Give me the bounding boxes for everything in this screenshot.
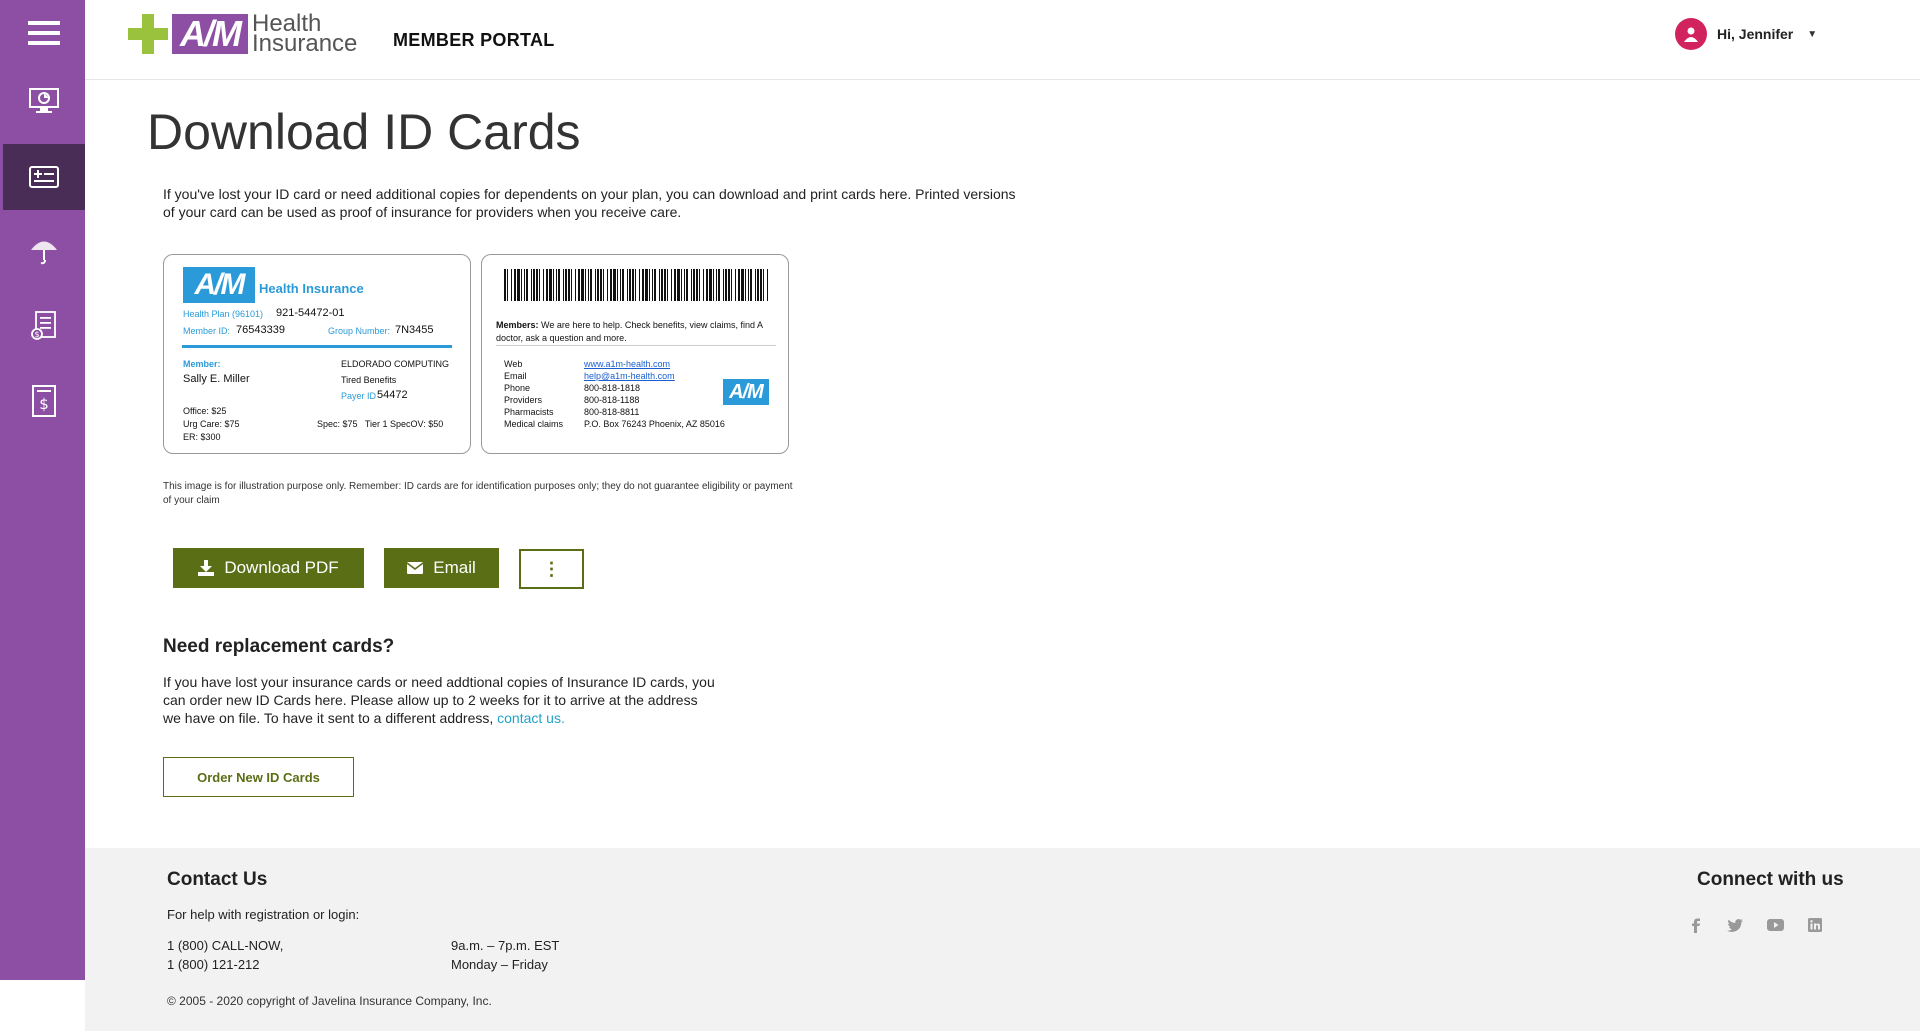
er-copay: ER: $300 bbox=[183, 432, 221, 442]
card-back-logo: A/M bbox=[723, 379, 769, 405]
sidebar-item-id-cards[interactable] bbox=[3, 144, 85, 210]
card-back-label: Email bbox=[504, 371, 527, 381]
claims-document-icon: $ bbox=[31, 311, 56, 340]
footer: Contact Us For help with registration or… bbox=[85, 848, 1920, 1031]
payer-id-value: 54472 bbox=[377, 389, 408, 401]
sidebar-item-billing[interactable]: $ bbox=[3, 368, 85, 434]
members-message: Members: We are here to help. Check bene… bbox=[496, 320, 763, 343]
health-plan-label: Health Plan (96101) bbox=[183, 309, 264, 319]
group-number-value: 7N3455 bbox=[395, 324, 434, 336]
logo-mark: A/M bbox=[172, 13, 248, 54]
linkedin-link[interactable] bbox=[1805, 915, 1825, 935]
id-card-icon bbox=[29, 166, 59, 188]
id-card-front-image: A/M Health Insurance Health Plan (96101)… bbox=[163, 254, 471, 454]
menu-icon bbox=[28, 21, 60, 45]
group-number-label: Group Number: bbox=[328, 326, 391, 336]
employer: ELDORADO COMPUTING bbox=[341, 359, 450, 369]
card-back-value: P.O. Box 76243 Phoenix, AZ 85016 bbox=[584, 419, 725, 429]
card-back-value: 800-818-8811 bbox=[584, 407, 640, 417]
card-back-value: www.a1m-health.com bbox=[584, 359, 671, 369]
avatar[interactable] bbox=[1675, 18, 1707, 50]
portal-title: MEMBER PORTAL bbox=[393, 30, 555, 50]
user-icon bbox=[1684, 27, 1698, 42]
card-back-label: Providers bbox=[504, 395, 543, 405]
order-new-id-cards-button[interactable]: Order New ID Cards bbox=[163, 757, 354, 797]
footer-hours-2: Monday – Friday bbox=[451, 957, 548, 972]
footer-copyright: © 2005 - 2020 copyright of Javelina Insu… bbox=[167, 994, 492, 1008]
svg-text:$: $ bbox=[34, 330, 39, 339]
top-header: A/M Health Insurance MEMBER PORTAL Hi, J… bbox=[85, 0, 1920, 80]
facebook-icon bbox=[1692, 918, 1700, 933]
member-id-value: 76543339 bbox=[236, 324, 285, 336]
card-back-value: 800-818-1188 bbox=[584, 395, 640, 405]
user-menu[interactable]: Hi, Jennifer ▼ bbox=[1675, 18, 1817, 50]
menu-button[interactable] bbox=[3, 0, 85, 66]
footer-phone-2: 1 (800) 121-212 bbox=[167, 957, 260, 972]
umbrella-icon bbox=[31, 241, 57, 265]
dashboard-monitor-icon bbox=[29, 88, 59, 113]
disclaimer-text: This image is for illustration purpose o… bbox=[163, 481, 793, 506]
company-logo[interactable]: A/M Health Insurance bbox=[128, 10, 358, 57]
chevron-down-icon[interactable]: ▼ bbox=[1807, 29, 1817, 40]
sidebar-item-dashboard[interactable] bbox=[3, 68, 85, 134]
replacement-heading: Need replacement cards? bbox=[163, 636, 395, 657]
card-logo: A/M bbox=[183, 267, 255, 303]
sidebar: $ $ bbox=[0, 0, 85, 980]
twitter-icon bbox=[1727, 918, 1743, 932]
member-label: Member: bbox=[183, 359, 221, 369]
payer-id-label: Payer ID bbox=[341, 391, 377, 401]
health-plan-value: 921-54472-01 bbox=[276, 307, 345, 319]
office-copay: Office: $25 bbox=[183, 406, 227, 416]
card-back-label: Phone bbox=[504, 383, 531, 393]
card-back-label: Web bbox=[504, 359, 523, 369]
download-icon bbox=[198, 560, 215, 576]
page-title: Download ID Cards bbox=[147, 104, 581, 160]
user-greeting[interactable]: Hi, Jennifer bbox=[1717, 26, 1793, 42]
card-back-divider bbox=[496, 345, 776, 346]
email-button[interactable]: Email bbox=[384, 548, 499, 588]
card-back-label: Medical claims bbox=[504, 419, 564, 429]
card-back-value: 800-818-1818 bbox=[584, 383, 641, 393]
svg-text:$: $ bbox=[39, 395, 49, 413]
card-back-value: help@a1m-health.com bbox=[584, 371, 675, 381]
facebook-link[interactable] bbox=[1686, 915, 1706, 935]
billing-icon: $ bbox=[32, 385, 56, 417]
footer-phone-1: 1 (800) CALL-NOW, bbox=[167, 938, 284, 953]
sidebar-item-claims[interactable]: $ bbox=[3, 293, 85, 359]
barcode-icon bbox=[504, 269, 768, 301]
sidebar-item-coverage[interactable] bbox=[3, 218, 85, 284]
footer-connect-title: Connect with us bbox=[1697, 869, 1844, 890]
more-options-button[interactable]: ⋮ bbox=[519, 549, 584, 589]
intro-text: If you've lost your ID card or need addi… bbox=[163, 186, 1016, 220]
spec-copay: Spec: $75 Tier 1 SpecOV: $50 bbox=[317, 419, 444, 429]
member-id-label: Member ID: bbox=[183, 326, 231, 336]
contact-us-link[interactable]: contact us. bbox=[497, 710, 565, 726]
urg-care-copay: Urg Care: $75 bbox=[183, 419, 240, 429]
footer-help-text: For help with registration or login: bbox=[167, 907, 360, 922]
download-pdf-button[interactable]: Download PDF bbox=[173, 548, 364, 588]
id-card-back-image: Members: We are here to help. Check bene… bbox=[481, 254, 789, 454]
footer-contact-title: Contact Us bbox=[167, 869, 268, 890]
youtube-link[interactable] bbox=[1765, 915, 1785, 935]
envelope-icon bbox=[407, 562, 424, 574]
logo-wordmark: Health Insurance bbox=[252, 10, 358, 57]
youtube-icon bbox=[1766, 919, 1784, 931]
twitter-link[interactable] bbox=[1725, 915, 1745, 935]
card-brand: Health Insurance bbox=[259, 281, 364, 296]
more-vertical-icon: ⋮ bbox=[542, 558, 561, 579]
linkedin-icon bbox=[1808, 918, 1822, 932]
card-divider bbox=[182, 345, 452, 348]
member-name: Sally E. Miller bbox=[183, 373, 250, 385]
footer-hours-1: 9a.m. – 7p.m. EST bbox=[451, 938, 560, 953]
card-back-label: Pharmacists bbox=[504, 407, 554, 417]
benefits: Tired Benefits bbox=[341, 375, 397, 385]
logo-cross-icon bbox=[128, 14, 168, 54]
replacement-text: If you have lost your insurance cards or… bbox=[163, 674, 715, 726]
